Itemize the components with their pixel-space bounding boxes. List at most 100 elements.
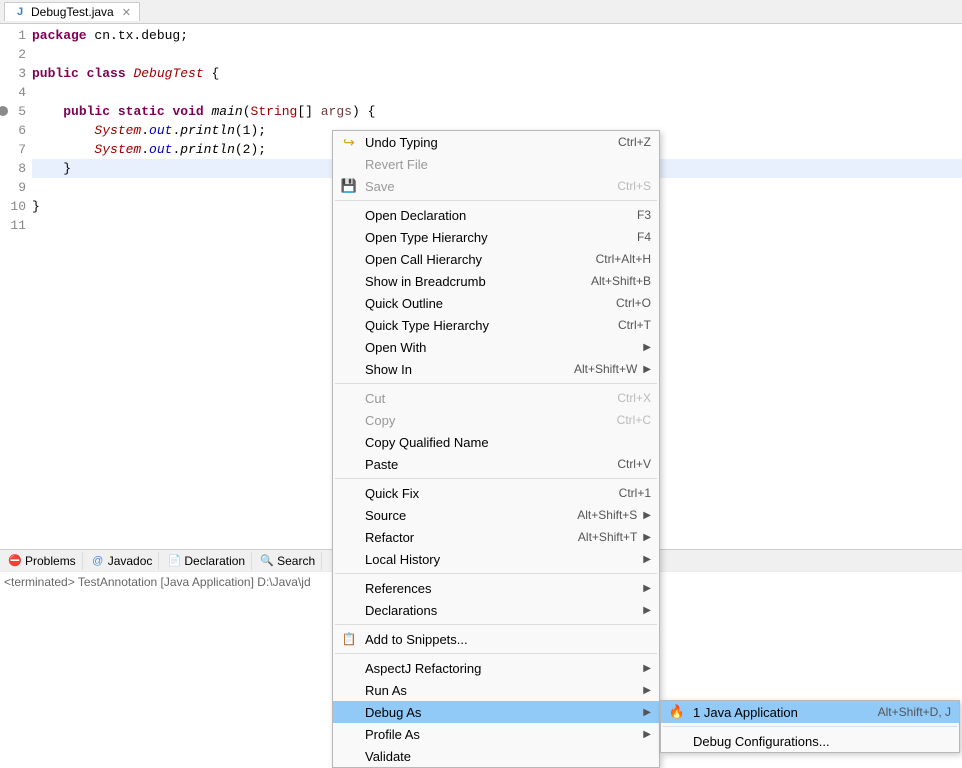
menu-item-open-call-hierarchy[interactable]: Open Call HierarchyCtrl+Alt+H	[333, 248, 659, 270]
submenu-arrow-icon: ▶	[637, 364, 651, 375]
menu-item-label: Undo Typing	[361, 135, 618, 150]
tab-javadoc[interactable]: @ Javadoc	[85, 552, 160, 570]
menu-item-aspectj-refactoring[interactable]: AspectJ Refactoring▶	[333, 657, 659, 679]
menu-item-label: Show in Breadcrumb	[361, 274, 591, 289]
submenu-arrow-icon: ▶	[637, 342, 651, 353]
menu-item-label: Revert File	[361, 157, 651, 172]
declaration-icon: 📄	[167, 554, 181, 568]
menu-item-debug-as[interactable]: Debug As▶	[333, 701, 659, 723]
editor-tab[interactable]: J DebugTest.java ✕	[4, 2, 140, 21]
undo-icon: ↩	[343, 134, 355, 151]
menu-item-label: AspectJ Refactoring	[361, 661, 637, 676]
menu-item-run-as[interactable]: Run As▶	[333, 679, 659, 701]
menu-item-show-in[interactable]: Show InAlt+Shift+W▶	[333, 358, 659, 380]
menu-item-revert-file: Revert File	[333, 153, 659, 175]
menu-item-label: Refactor	[361, 530, 578, 545]
menu-item-label: Validate	[361, 749, 651, 764]
menu-item-references[interactable]: References▶	[333, 577, 659, 599]
menu-item-label: Open Declaration	[361, 208, 637, 223]
menu-item-label: Local History	[361, 552, 637, 567]
menu-item-label: Source	[361, 508, 577, 523]
menu-separator	[335, 573, 657, 574]
menu-item-label: Quick Fix	[361, 486, 619, 501]
menu-separator	[335, 624, 657, 625]
menu-item-label: Paste	[361, 457, 617, 472]
menu-item-declarations[interactable]: Declarations▶	[333, 599, 659, 621]
menu-item-open-with[interactable]: Open With▶	[333, 336, 659, 358]
menu-item-label: Quick Outline	[361, 296, 616, 311]
menu-separator	[335, 383, 657, 384]
submenu-arrow-icon: ▶	[637, 663, 651, 674]
menu-shortcut: Ctrl+Z	[618, 135, 651, 149]
menu-item-label: Quick Type Hierarchy	[361, 318, 618, 333]
menu-item-label: Add to Snippets...	[361, 632, 651, 647]
menu-separator	[335, 478, 657, 479]
problems-icon: ⛔	[8, 554, 22, 568]
submenu-item-debug-configurations[interactable]: Debug Configurations...	[661, 730, 959, 752]
tab-label: Javadoc	[108, 554, 153, 568]
submenu-arrow-icon: ▶	[637, 729, 651, 740]
menu-item-local-history[interactable]: Local History▶	[333, 548, 659, 570]
tab-problems[interactable]: ⛔ Problems	[2, 552, 83, 570]
menu-item-quick-fix[interactable]: Quick FixCtrl+1	[333, 482, 659, 504]
menu-shortcut: Alt+Shift+D, J	[878, 705, 951, 719]
menu-item-cut: CutCtrl+X	[333, 387, 659, 409]
menu-item-copy-qualified-name[interactable]: Copy Qualified Name	[333, 431, 659, 453]
menu-item-label: Declarations	[361, 603, 637, 618]
menu-item-label: Open With	[361, 340, 637, 355]
menu-shortcut: Ctrl+Alt+H	[596, 252, 651, 266]
menu-item-label: Debug As	[361, 705, 637, 720]
editor-context-menu: ↩ Undo TypingCtrl+Z Revert File 💾SaveCtrl+S…	[332, 130, 660, 768]
menu-item-open-type-hierarchy[interactable]: Open Type HierarchyF4	[333, 226, 659, 248]
menu-shortcut: Ctrl+O	[616, 296, 651, 310]
menu-item-add-to-snippets[interactable]: 📋Add to Snippets...	[333, 628, 659, 650]
menu-shortcut: Alt+Shift+T	[578, 530, 637, 544]
menu-shortcut: Ctrl+X	[617, 391, 651, 405]
menu-item-undo-typing[interactable]: ↩ Undo TypingCtrl+Z	[333, 131, 659, 153]
menu-shortcut: F3	[637, 208, 651, 222]
menu-item-label: Open Type Hierarchy	[361, 230, 637, 245]
menu-item-quick-outline[interactable]: Quick OutlineCtrl+O	[333, 292, 659, 314]
menu-shortcut: Alt+Shift+S	[577, 508, 637, 522]
menu-item-show-in-breadcrumb[interactable]: Show in BreadcrumbAlt+Shift+B	[333, 270, 659, 292]
menu-item-label: Run As	[361, 683, 637, 698]
line-gutter: 1234567891011	[0, 24, 32, 549]
submenu-arrow-icon: ▶	[637, 532, 651, 543]
menu-shortcut: Ctrl+C	[617, 413, 651, 427]
menu-item-quick-type-hierarchy[interactable]: Quick Type HierarchyCtrl+T	[333, 314, 659, 336]
menu-item-label: Debug Configurations...	[689, 734, 951, 749]
tab-declaration[interactable]: 📄 Declaration	[161, 552, 252, 570]
menu-item-label: Cut	[361, 391, 617, 406]
menu-item-label: Profile As	[361, 727, 637, 742]
submenu-item-1-java-application[interactable]: 🔥1 Java ApplicationAlt+Shift+D, J	[661, 701, 959, 723]
menu-item-validate[interactable]: Validate	[333, 745, 659, 767]
editor-tab-bar: J DebugTest.java ✕	[0, 0, 962, 24]
menu-item-paste[interactable]: PasteCtrl+V	[333, 453, 659, 475]
menu-item-label: Copy Qualified Name	[361, 435, 651, 450]
menu-item-save: 💾SaveCtrl+S	[333, 175, 659, 197]
menu-shortcut: Ctrl+V	[617, 457, 651, 471]
tab-title: DebugTest.java	[31, 5, 114, 19]
submenu-arrow-icon: ▶	[637, 510, 651, 521]
menu-item-open-declaration[interactable]: Open DeclarationF3	[333, 204, 659, 226]
menu-shortcut: Ctrl+T	[618, 318, 651, 332]
submenu-arrow-icon: ▶	[637, 685, 651, 696]
menu-item-label: References	[361, 581, 637, 596]
menu-shortcut: F4	[637, 230, 651, 244]
tab-search[interactable]: 🔍 Search	[254, 552, 322, 570]
menu-item-label: Show In	[361, 362, 574, 377]
submenu-arrow-icon: ▶	[637, 707, 651, 718]
menu-item-source[interactable]: SourceAlt+Shift+S▶	[333, 504, 659, 526]
javadoc-icon: @	[91, 554, 105, 568]
java-file-icon: J	[13, 5, 27, 19]
close-icon[interactable]: ✕	[122, 6, 131, 19]
menu-item-copy: CopyCtrl+C	[333, 409, 659, 431]
menu-item-label: Save	[361, 179, 617, 194]
menu-separator	[663, 726, 957, 727]
menu-item-refactor[interactable]: RefactorAlt+Shift+T▶	[333, 526, 659, 548]
tab-label: Declaration	[184, 554, 245, 568]
tab-label: Problems	[25, 554, 76, 568]
menu-shortcut: Alt+Shift+W	[574, 362, 637, 376]
menu-item-profile-as[interactable]: Profile As▶	[333, 723, 659, 745]
menu-shortcut: Ctrl+1	[619, 486, 651, 500]
